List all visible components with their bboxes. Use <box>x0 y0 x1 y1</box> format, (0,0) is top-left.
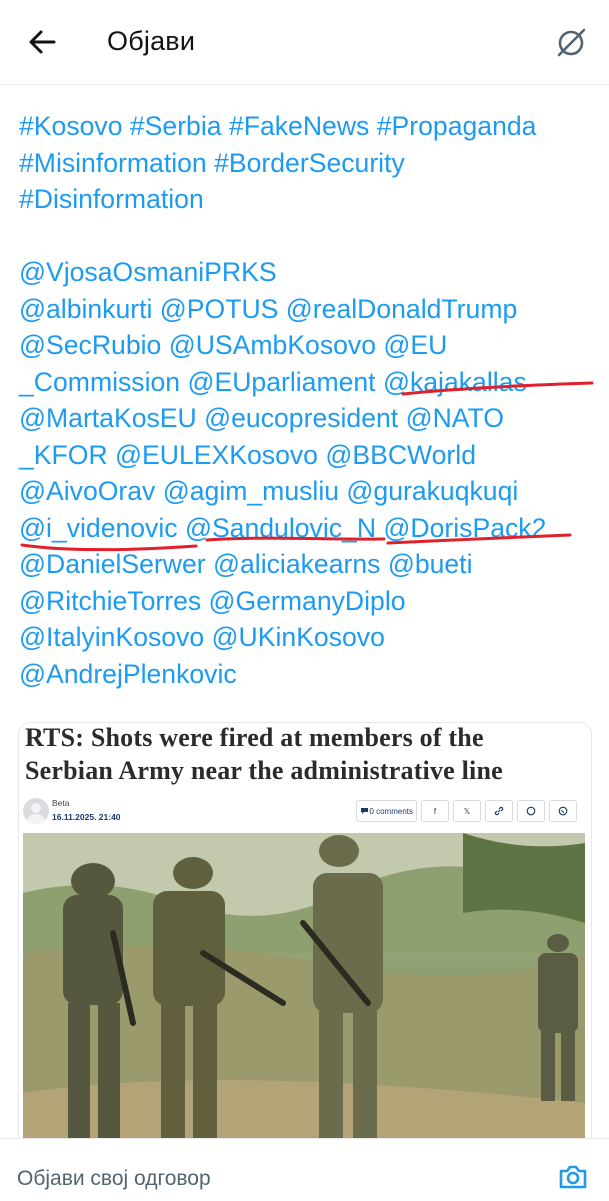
viber-icon <box>549 800 577 822</box>
comment-icon <box>361 808 369 814</box>
mention-line[interactable]: _Commission @EUparliament @kajakallas <box>19 364 599 401</box>
back-arrow-icon[interactable] <box>24 24 60 60</box>
mention-line[interactable]: @VjosaOsmaniPRKS <box>19 254 599 291</box>
mention-line[interactable]: @MartaKosEU @eucopresident @NATO <box>19 400 599 437</box>
facebook-icon: f <box>421 800 449 822</box>
x-icon: 𝕏 <box>453 800 481 822</box>
reply-bar: Објави свој одговор <box>0 1138 609 1201</box>
mention-line[interactable]: @SecRubio @USAmbKosovo @EU <box>19 327 599 364</box>
mention-line[interactable]: @AivoOrav @agim_musliu @gurakuqkuqi <box>19 473 599 510</box>
article-date: 16.11.2025. 21:40 <box>52 812 121 822</box>
soldiers-image <box>23 833 585 1163</box>
link-icon <box>485 800 513 822</box>
hashtag-line[interactable]: #Disinformation <box>19 181 599 218</box>
mention-line[interactable]: _KFOR @EULEXKosovo @BBCWorld <box>19 437 599 474</box>
mention-line[interactable]: @AndrejPlenkovic <box>19 656 599 693</box>
article-meta: Beta 16.11.2025. 21:40 0 comments f 𝕏 <box>23 797 583 827</box>
article-author: Beta <box>52 798 70 808</box>
top-bar: Објави <box>0 0 609 85</box>
reply-input[interactable]: Објави свој одговор <box>17 1167 211 1191</box>
comments-button: 0 comments <box>356 800 417 822</box>
hashtag-line[interactable]: #Kosovo #Serbia #FakeNews #Propaganda <box>19 108 599 145</box>
article-photo <box>23 833 585 1163</box>
whatsapp-icon <box>517 800 545 822</box>
page-title: Објави <box>107 26 196 56</box>
avatar <box>23 798 49 824</box>
comments-count: 0 comments <box>369 806 413 816</box>
mention-line[interactable]: @RitchieTorres @GermanyDiplo <box>19 583 599 620</box>
share-buttons: 0 comments f 𝕏 <box>356 800 577 822</box>
hashtag-line[interactable]: #Misinformation #BorderSecurity <box>19 145 599 182</box>
article-headline: RTS: Shots were fired at members of the … <box>25 723 503 787</box>
headline-line: Serbian Army near the administrative lin… <box>25 756 503 785</box>
mention-line[interactable]: @albinkurti @POTUS @realDonaldTrump <box>19 291 599 328</box>
sensitive-content-icon[interactable] <box>551 22 591 62</box>
mention-line[interactable]: @ItalyinKosovo @UKinKosovo <box>19 619 599 656</box>
mention-line[interactable]: @DanielSerwer @aliciakearns @bueti <box>19 546 599 583</box>
post-text: #Kosovo #Serbia #FakeNews #Propaganda #M… <box>19 108 599 692</box>
link-preview-card[interactable]: RTS: Shots were fired at members of the … <box>18 722 592 1164</box>
camera-icon[interactable] <box>557 1161 589 1193</box>
mention-line[interactable]: @i_videnovic @Sandulovic_N @DorisPack2 <box>19 510 599 547</box>
headline-line: RTS: Shots were fired at members of the <box>25 723 484 752</box>
